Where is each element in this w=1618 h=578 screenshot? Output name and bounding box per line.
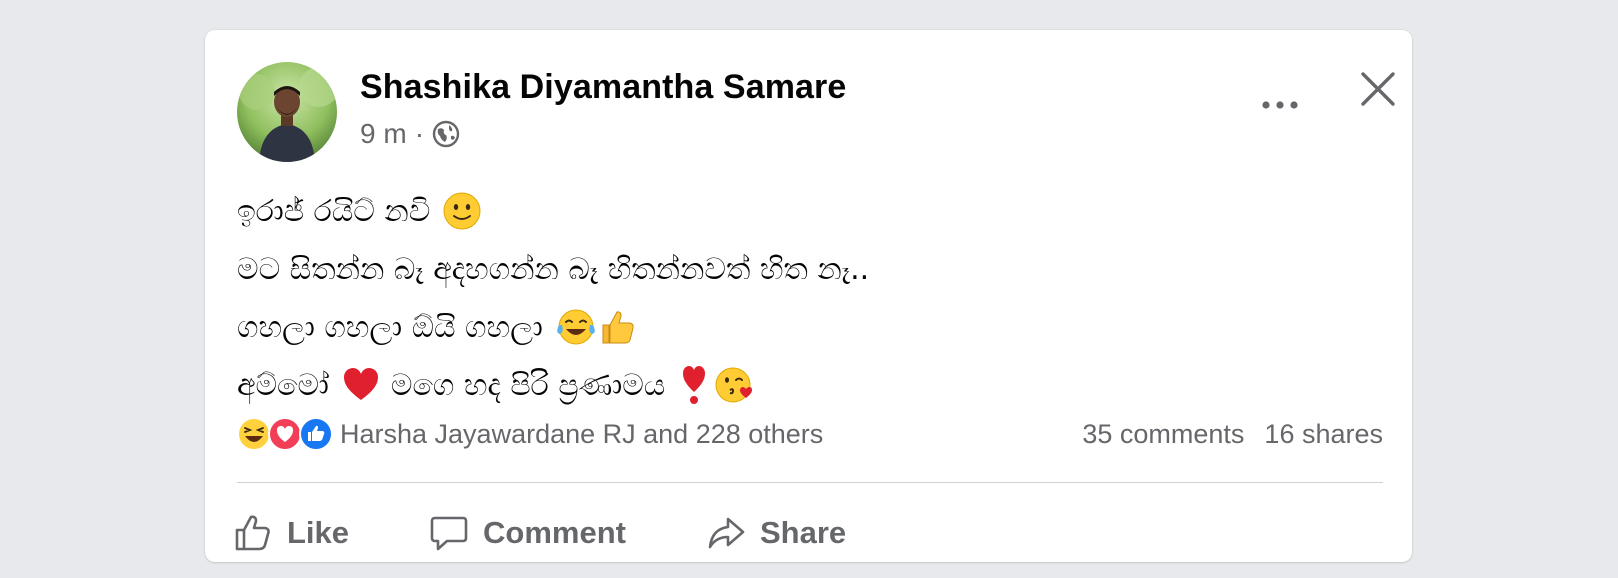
post-line: මට සිතන්න බෑ අදහගන්න බෑ හිතන්නවත් හිත නෑ… xyxy=(237,240,1337,298)
shares-count[interactable]: 16 shares xyxy=(1264,419,1383,450)
post-line-text: ඉරාජ් රයිට් නවි xyxy=(237,193,431,229)
post-line-text: අම්මෝ xyxy=(237,367,329,403)
like-icon xyxy=(299,417,333,451)
share-button[interactable]: Share xyxy=(706,513,846,553)
post-stats: 35 comments 16 shares xyxy=(1082,419,1383,450)
like-button[interactable]: Like xyxy=(233,513,349,553)
more-options-icon[interactable] xyxy=(1255,90,1305,120)
post-card: Shashika Diyamantha Samare 9 m · ඉරාජ් ර… xyxy=(205,30,1412,562)
post-timestamp[interactable]: 9 m xyxy=(360,118,407,150)
reactions-summary: Harsha Jayawardane RJ and 228 others 35 … xyxy=(237,412,1383,456)
share-icon xyxy=(708,517,745,549)
love-icon xyxy=(268,417,302,451)
tears-of-joy-icon xyxy=(557,309,595,345)
close-icon[interactable] xyxy=(1355,66,1401,112)
divider xyxy=(237,482,1383,483)
globe-icon[interactable] xyxy=(432,120,460,148)
post-line-text: ගහලා ගහලා ඕයි ගහලා xyxy=(237,309,543,345)
thumbs-up-outline-icon xyxy=(235,515,270,551)
reactions-text[interactable]: Harsha Jayawardane RJ and 228 others xyxy=(340,419,823,450)
slightly-smiling-face-icon xyxy=(443,192,481,230)
post-line-text: මට සිතන්න බෑ අදහගන්න බෑ හිතන්නවත් හිත නෑ… xyxy=(237,251,870,287)
heart-exclamation-icon xyxy=(683,366,706,404)
post-text: ඉරාජ් රයිට් නවි මට සිතන්න බෑ අදහගන්න බෑ … xyxy=(237,182,1337,414)
comment-label: Comment xyxy=(483,515,626,550)
post-actions: Like Comment Share xyxy=(233,508,846,558)
post-line: ඉරාජ් රයිට් නවි xyxy=(237,182,1337,240)
meta-separator: · xyxy=(414,118,425,149)
red-heart-icon xyxy=(343,368,378,400)
share-label: Share xyxy=(759,515,847,550)
author-name[interactable]: Shashika Diyamantha Samare xyxy=(360,68,846,107)
avatar[interactable] xyxy=(237,62,337,162)
comment-icon xyxy=(430,516,468,551)
thumbs-up-icon xyxy=(602,311,634,344)
post-line-text: මගෙ හද පිරි ප්‍රණාමය xyxy=(390,367,666,403)
comments-count[interactable]: 35 comments xyxy=(1082,419,1244,450)
comment-button[interactable]: Comment xyxy=(429,513,626,553)
post-line: ගහලා ගහලා ඕයි ගහලා xyxy=(237,298,1337,356)
like-label: Like xyxy=(287,515,350,550)
reaction-icons[interactable] xyxy=(237,417,333,451)
face-blowing-kiss-icon xyxy=(715,367,753,403)
post-line: අම්මෝ මගෙ හද පිරි ප්‍රණාමය xyxy=(237,356,1337,414)
post-meta: 9 m · xyxy=(360,118,460,150)
haha-icon xyxy=(237,417,271,451)
